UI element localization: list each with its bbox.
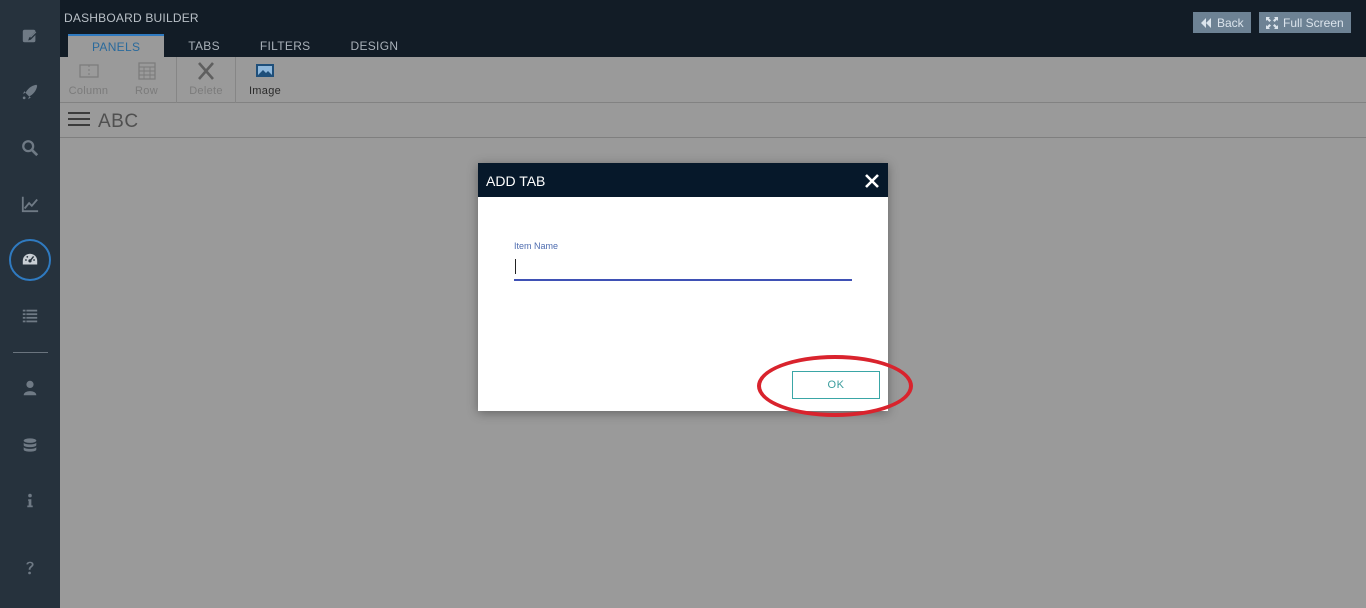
text-cursor bbox=[515, 259, 516, 274]
dashboard-title-bar: ABC bbox=[60, 103, 1366, 138]
fullscreen-label: Full Screen bbox=[1283, 15, 1344, 30]
toolbar: Column Row Delete Image bbox=[60, 57, 1366, 103]
image-icon bbox=[256, 64, 274, 77]
row-button[interactable]: Row bbox=[130, 57, 163, 103]
tab-panels[interactable]: PANELS bbox=[68, 34, 165, 57]
header-bar: DASHBOARD BUILDER PANELS TABS FILTERS DE… bbox=[60, 0, 1366, 57]
app-title: DASHBOARD BUILDER bbox=[64, 11, 199, 25]
fullscreen-button[interactable]: Full Screen bbox=[1259, 12, 1351, 33]
row-icon bbox=[137, 62, 156, 80]
toolbar-separator bbox=[235, 57, 236, 103]
nav-separator bbox=[13, 352, 48, 353]
delete-button[interactable]: Delete bbox=[184, 57, 228, 103]
toolbar-separator bbox=[176, 57, 177, 103]
dashboard-gauge-icon[interactable] bbox=[0, 240, 60, 280]
nav-rail bbox=[0, 0, 60, 608]
column-label: Column bbox=[68, 85, 109, 97]
list-icon[interactable] bbox=[0, 296, 60, 336]
help-icon[interactable] bbox=[0, 548, 60, 588]
app-window: DASHBOARD BUILDER PANELS TABS FILTERS DE… bbox=[0, 0, 1366, 608]
dialog-header: ADD TAB bbox=[478, 163, 888, 197]
edit-icon[interactable] bbox=[0, 16, 60, 56]
search-icon[interactable] bbox=[0, 128, 60, 168]
back-button[interactable]: Back bbox=[1193, 12, 1251, 33]
rewind-icon bbox=[1201, 17, 1211, 28]
item-name-label: Item Name bbox=[514, 241, 559, 251]
highlight-annotation bbox=[757, 355, 913, 417]
delete-x-icon bbox=[198, 62, 214, 80]
hamburger-menu-icon[interactable] bbox=[68, 112, 90, 128]
delete-label: Delete bbox=[189, 85, 223, 97]
user-icon[interactable] bbox=[0, 368, 60, 408]
tab-design[interactable]: DESIGN bbox=[330, 34, 418, 57]
expand-icon bbox=[1266, 16, 1278, 29]
tab-bar: PANELS TABS FILTERS DESIGN bbox=[68, 34, 418, 57]
image-label: Image bbox=[248, 85, 282, 97]
rocket-icon[interactable] bbox=[0, 72, 60, 112]
item-name-input[interactable] bbox=[514, 255, 852, 281]
tab-tabs[interactable]: TABS bbox=[168, 34, 240, 57]
database-icon[interactable] bbox=[0, 426, 60, 466]
column-button[interactable]: Column bbox=[66, 57, 111, 103]
dialog-title: ADD TAB bbox=[486, 173, 546, 189]
column-icon bbox=[78, 64, 99, 78]
row-label: Row bbox=[135, 85, 158, 97]
close-icon[interactable] bbox=[862, 171, 882, 191]
info-icon[interactable] bbox=[0, 481, 60, 521]
image-button[interactable]: Image bbox=[245, 57, 285, 103]
tab-filters[interactable]: FILTERS bbox=[240, 34, 331, 57]
chart-line-icon[interactable] bbox=[0, 184, 60, 224]
back-label: Back bbox=[1217, 15, 1244, 30]
dashboard-name: ABC bbox=[98, 111, 139, 132]
